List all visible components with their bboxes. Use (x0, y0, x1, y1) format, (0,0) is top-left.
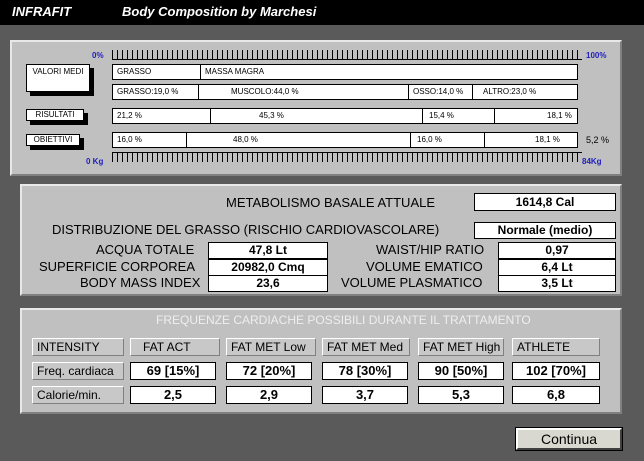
massa-magra-segment: MASSA MAGRA (205, 67, 265, 76)
col-athlete[interactable]: ATHLETE (512, 338, 600, 356)
col-fat-met-high[interactable]: FAT MET High (418, 338, 504, 356)
basal-label: METABOLISMO BASALE ATTUALE (226, 195, 436, 210)
fat-distribution-label: DISTRIBUZIONE DEL GRASSO (RISCHIO CARDIO… (52, 222, 440, 237)
cal-athlete: 6,8 (512, 386, 600, 404)
valori-muscolo: MUSCOLO:44,0 % (199, 85, 409, 99)
row-label-intensity: INTENSITY (32, 338, 124, 356)
acqua-value: 47,8 Lt (208, 242, 328, 259)
bmi-value: 23,6 (208, 275, 328, 292)
valori-medi-label[interactable]: VALORI MEDI (26, 64, 90, 92)
scale-bottom-right: 84Kg (582, 157, 602, 166)
basal-value: 1614,8 Cal (474, 193, 616, 211)
plasmatico-label: VOLUME PLASMATICO (341, 275, 483, 290)
freq-fat-act: 69 [15%] (130, 362, 216, 380)
ematico-label: VOLUME EMATICO (366, 259, 483, 274)
obiettivi-text: OBIETTIVI (33, 135, 73, 144)
obiettivi-altro: 18,1 % (535, 135, 560, 144)
superficie-label: SUPERFICIE CORPOREA (39, 259, 196, 274)
valori-osso: OSSO:14,0 % (409, 85, 473, 99)
waist-hip-label: WAIST/HIP RATIO (376, 242, 485, 257)
obiettivi-label[interactable]: OBIETTIVI (26, 134, 80, 146)
freq-athlete: 102 [70%] (512, 362, 600, 380)
row-label-freq: Freq. cardiaca (32, 362, 124, 380)
risultati-bar: 21,2 % 45,3 % 15,4 % 18,1 % (112, 108, 578, 124)
title-bar: INFRAFIT Body Composition by Marchesi (0, 0, 644, 25)
scale-top-left: 0% (92, 51, 104, 60)
fat-distribution-value: Normale (medio) (474, 222, 616, 239)
col-fat-met-low[interactable]: FAT MET Low (226, 338, 316, 356)
obiettivi-grasso: 16,0 % (113, 133, 187, 147)
obiettivi-osso: 16,0 % (411, 133, 485, 147)
continua-button[interactable]: Continua (515, 427, 623, 451)
risultati-muscolo: 45,3 % (211, 109, 423, 123)
scale-bottom-left: 0 Kg (86, 157, 104, 166)
col-fat-met-med[interactable]: FAT MET Med (322, 338, 410, 356)
valori-grasso: GRASSO:19,0 % (113, 85, 199, 99)
risultati-text: RISULTATI (35, 110, 75, 119)
risultati-grasso: 21,2 % (113, 109, 211, 123)
obiettivi-bar: 16,0 % 48,0 % 16,0 % 18,1 % (112, 132, 578, 148)
row-label-calorie: Calorie/min. (32, 386, 124, 404)
risultati-altro: 18,1 % (547, 111, 572, 120)
freq-fat-met-high: 90 [50%] (418, 362, 504, 380)
cal-fat-met-high: 5,3 (418, 386, 504, 404)
valori-medi-text: VALORI MEDI (32, 67, 84, 76)
risultati-label[interactable]: RISULTATI (26, 109, 84, 121)
top-ruler (112, 50, 582, 60)
cal-fat-met-med: 3,7 (322, 386, 408, 404)
risultati-osso: 15,4 % (423, 109, 495, 123)
freq-fat-met-med: 78 [30%] (322, 362, 408, 380)
valori-row1: GRASSO MASSA MAGRA (112, 64, 578, 80)
window-subtitle: Body Composition by Marchesi (122, 4, 317, 19)
col-fat-act[interactable]: FAT ACT (130, 338, 220, 356)
bmi-label: BODY MASS INDEX (80, 275, 201, 290)
scale-top-right: 100% (586, 51, 607, 60)
grasso-segment: GRASSO (113, 65, 201, 79)
bottom-ruler (112, 152, 582, 162)
ematico-value: 6,4 Lt (498, 259, 616, 276)
cal-fat-act: 2,5 (130, 386, 216, 404)
freq-fat-met-low: 72 [20%] (226, 362, 312, 380)
waist-hip-value: 0,97 (498, 242, 616, 259)
valori-altro: ALTRO:23,0 % (483, 87, 537, 96)
heart-rate-title: FREQUENZE CARDIACHE POSSIBILI DURANTE IL… (156, 313, 531, 327)
superficie-value: 20982,0 Cmq (208, 259, 328, 276)
plasmatico-value: 3,5 Lt (498, 275, 616, 292)
obiettivi-muscolo: 48,0 % (187, 133, 411, 147)
cal-fat-met-low: 2,9 (226, 386, 312, 404)
app-title: INFRAFIT (12, 4, 72, 19)
acqua-label: ACQUA TOTALE (96, 242, 195, 257)
obiettivi-extra: 5,2 % (586, 135, 610, 145)
valori-row2: GRASSO:19,0 % MUSCOLO:44,0 % OSSO:14,0 %… (112, 84, 578, 100)
